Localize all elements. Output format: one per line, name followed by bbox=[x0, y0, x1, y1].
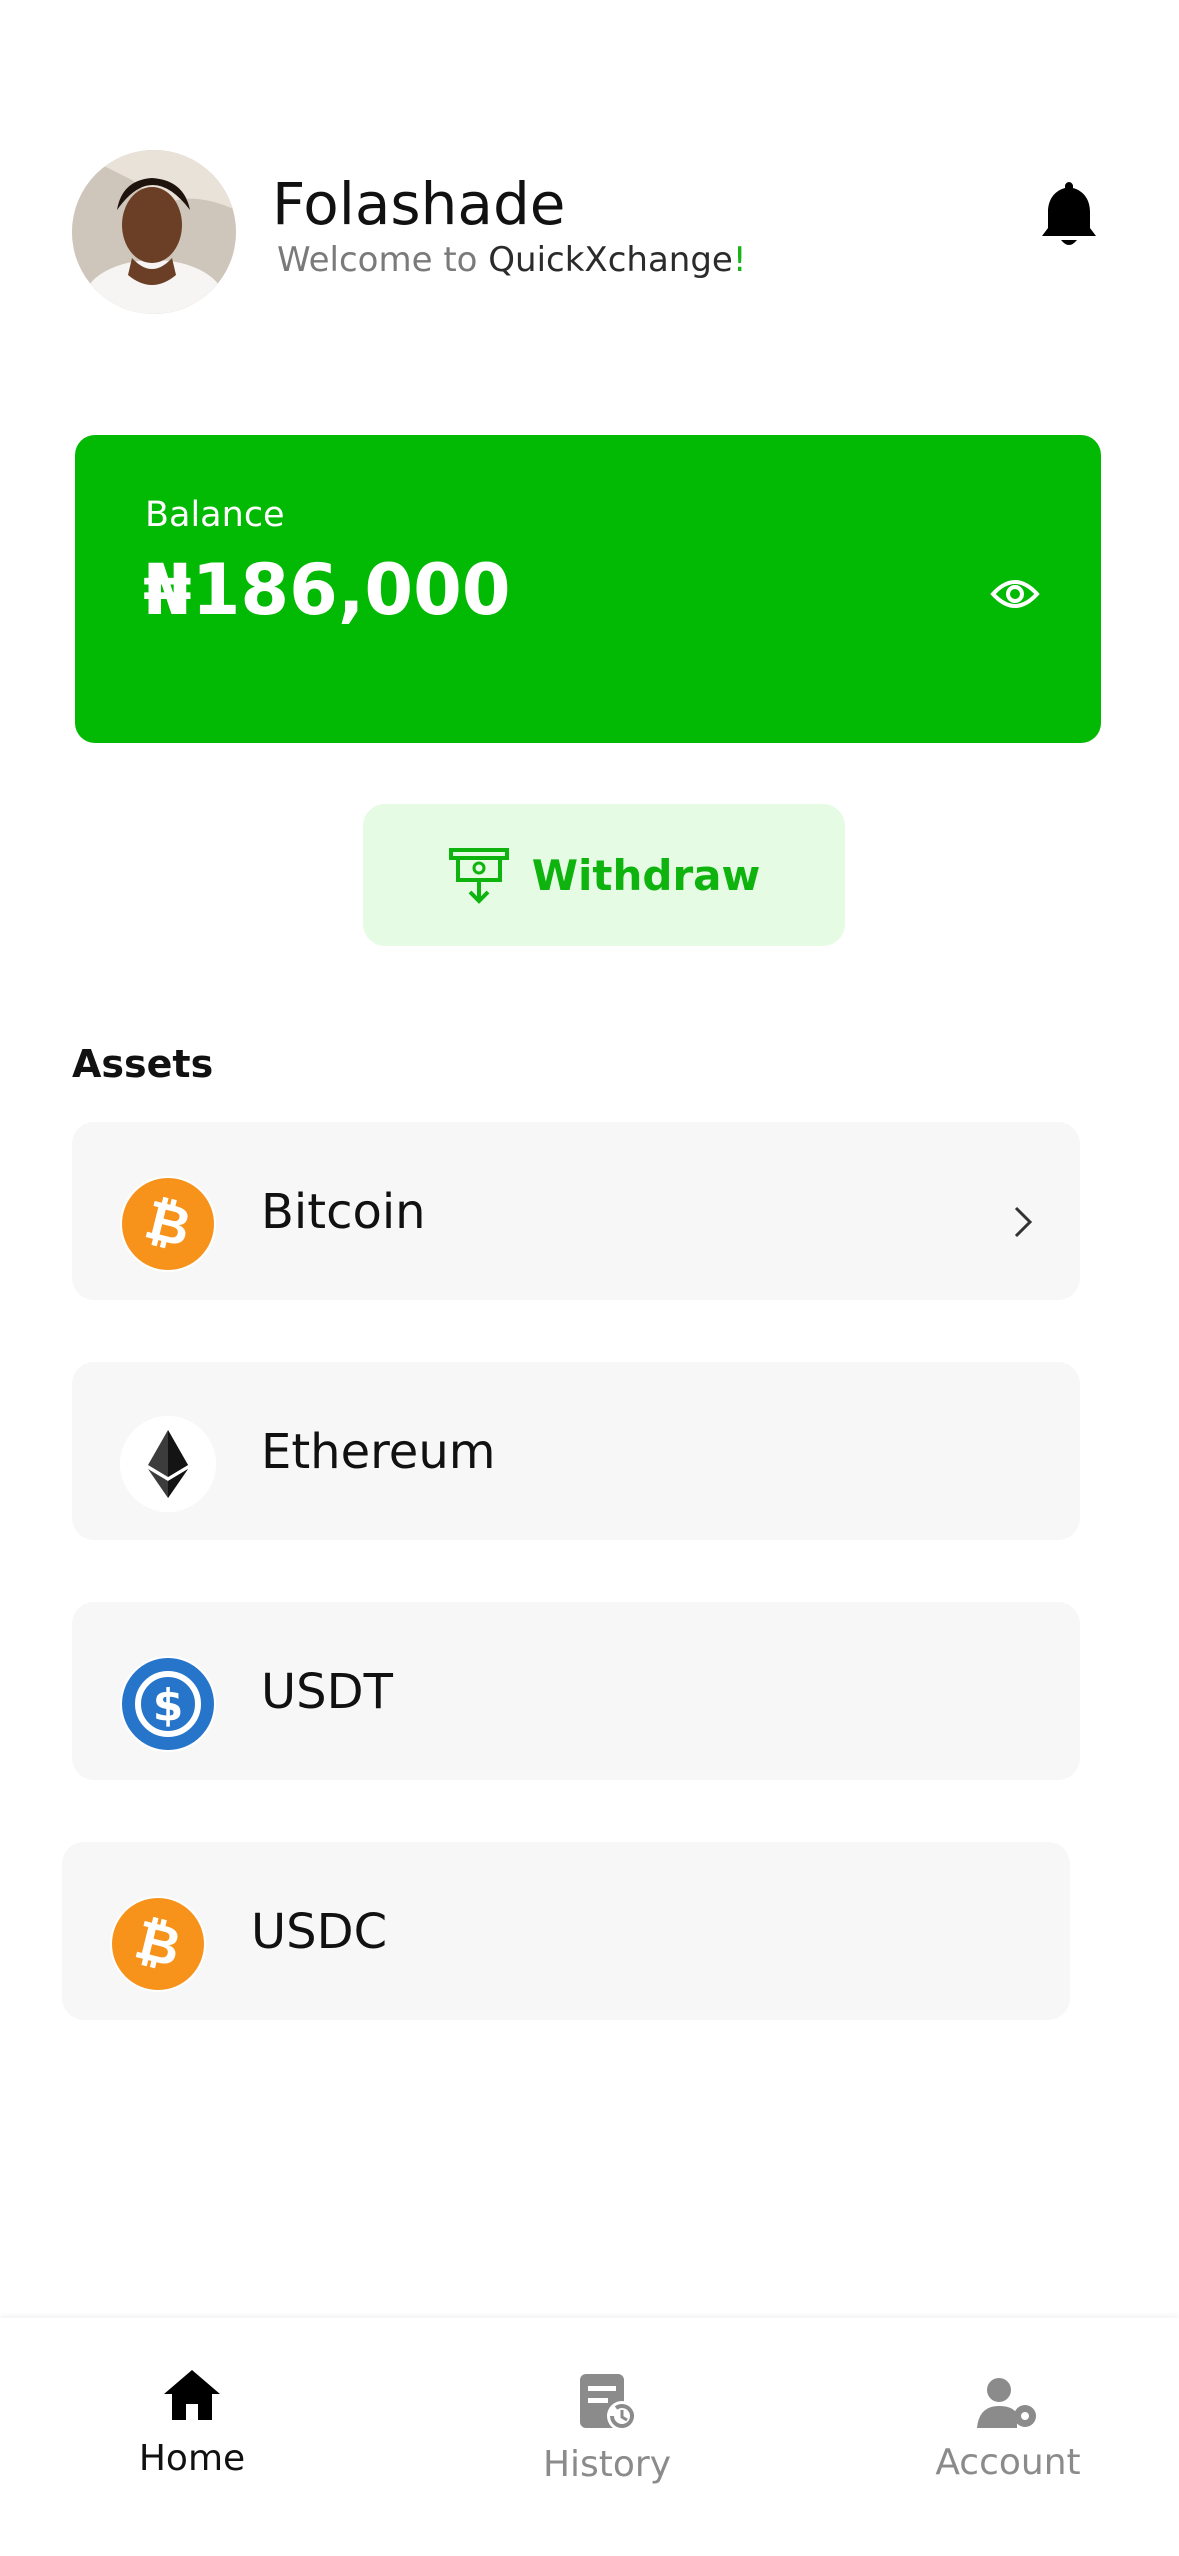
user-name: Folashade bbox=[272, 170, 566, 238]
bitcoin-icon: ₿ bbox=[120, 1176, 216, 1272]
tab-label: History bbox=[542, 2444, 672, 2485]
asset-name: USDC bbox=[251, 1904, 388, 1960]
asset-item-ethereum[interactable]: Ethereum bbox=[72, 1362, 1080, 1540]
asset-item-usdt[interactable]: $ USDT bbox=[72, 1602, 1080, 1780]
balance-label: Balance bbox=[145, 495, 285, 535]
asset-name: USDT bbox=[261, 1664, 393, 1720]
notification-bell-icon[interactable] bbox=[1038, 178, 1100, 250]
withdraw-label: Withdraw bbox=[531, 850, 761, 900]
balance-card: Balance ₦186,000 bbox=[75, 435, 1101, 743]
tab-home[interactable]: Home bbox=[72, 2366, 312, 2479]
tab-history[interactable]: History bbox=[487, 2370, 727, 2485]
welcome-prefix: Welcome to bbox=[277, 240, 489, 280]
bitcoin-icon: ₿ bbox=[110, 1896, 206, 1992]
ethereum-icon bbox=[120, 1416, 216, 1512]
history-icon bbox=[580, 2374, 637, 2431]
asset-name: Ethereum bbox=[261, 1424, 496, 1480]
svg-text:$: $ bbox=[153, 1680, 184, 1731]
welcome-text: Welcome to QuickXchange! bbox=[277, 240, 746, 280]
withdraw-icon bbox=[448, 846, 510, 904]
tab-label: Account bbox=[935, 2442, 1081, 2483]
asset-item-bitcoin[interactable]: ₿ Bitcoin bbox=[72, 1122, 1080, 1300]
app-name: QuickXchange bbox=[488, 240, 733, 280]
withdraw-button[interactable]: Withdraw bbox=[363, 804, 845, 946]
assets-heading: Assets bbox=[72, 1042, 214, 1086]
chevron-right-icon bbox=[1012, 1202, 1036, 1242]
bottom-nav: Home History Account bbox=[0, 2318, 1179, 2556]
account-settings-icon bbox=[977, 2378, 1036, 2428]
tab-account[interactable]: Account bbox=[888, 2374, 1128, 2483]
eye-icon[interactable] bbox=[990, 574, 1040, 614]
usdc-coin-icon: $ bbox=[120, 1656, 216, 1752]
profile-photo bbox=[72, 150, 236, 314]
avatar[interactable] bbox=[72, 150, 236, 314]
welcome-exclamation: ! bbox=[732, 240, 747, 280]
asset-item-usdc[interactable]: ₿ USDC bbox=[62, 1842, 1070, 2020]
asset-name: Bitcoin bbox=[261, 1184, 426, 1240]
tab-label: Home bbox=[138, 2438, 246, 2479]
home-icon bbox=[164, 2370, 220, 2420]
balance-amount: ₦186,000 bbox=[143, 549, 511, 631]
